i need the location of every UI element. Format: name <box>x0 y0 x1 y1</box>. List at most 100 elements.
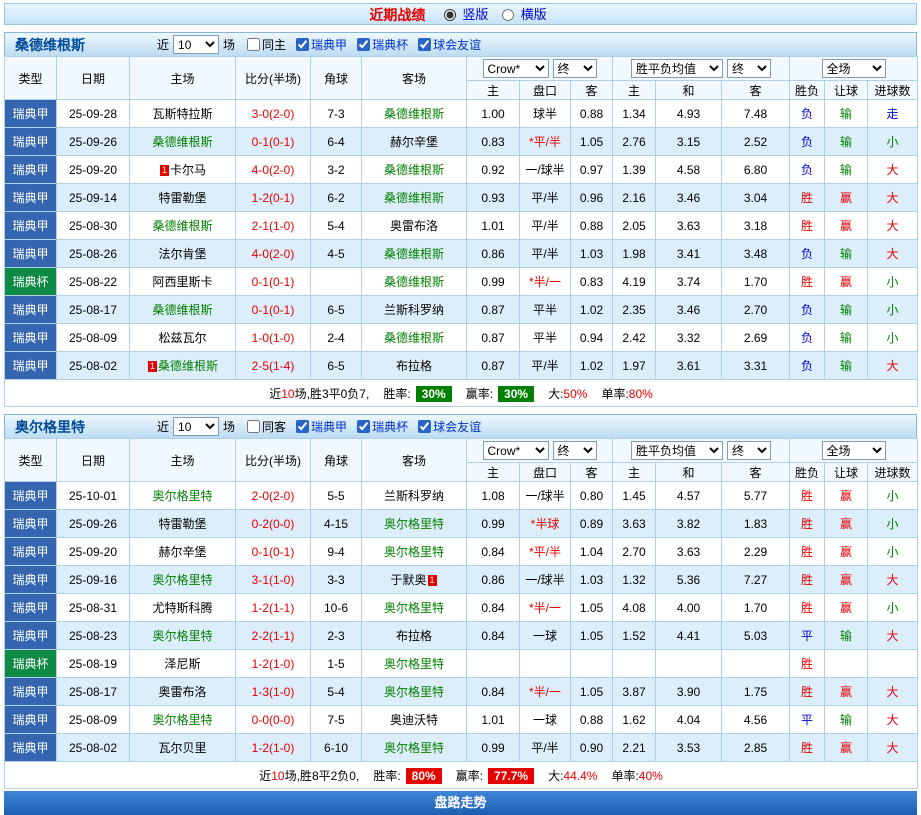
win-rate-label: 胜率: <box>383 387 410 401</box>
view-horizontal-radio-input[interactable] <box>502 9 514 21</box>
home-team-cell: 瓦尔贝里 <box>130 734 236 762</box>
filter-checkbox-2[interactable]: 瑞典杯 <box>357 36 408 53</box>
avg-away-cell: 4.56 <box>722 706 790 734</box>
summary-record: 场,胜3平0负7, <box>295 387 370 401</box>
away-team-cell: 桑德维根斯 <box>362 100 467 128</box>
view-horizontal-label: 横版 <box>521 7 547 22</box>
goals-cell: 大 <box>868 212 918 240</box>
avg-time-select[interactable]: 终 <box>727 441 771 460</box>
handicap-cell: *半/一 <box>520 594 571 622</box>
handicap-cell: 一/球半 <box>520 156 571 184</box>
result-cell: 胜 <box>790 212 825 240</box>
avg-draw-cell <box>656 650 722 678</box>
date-cell: 25-09-20 <box>57 538 130 566</box>
home-team-name: 特雷勒堡 <box>158 191 206 205</box>
goals-cell <box>868 650 918 678</box>
goals-cell: 小 <box>868 482 918 510</box>
away-team-name: 奥尔格里特 <box>384 517 444 531</box>
col-home: 主场 <box>130 57 236 100</box>
match-row: 瑞典甲25-08-02瓦尔贝里1-2(1-0)6-10奥尔格里特0.99平/半0… <box>5 734 918 762</box>
avg-time-select[interactable]: 终 <box>727 59 771 78</box>
avg-draw-cell: 4.04 <box>656 706 722 734</box>
odds-time-select[interactable]: 终 <box>553 441 597 460</box>
bookmaker-select[interactable]: Crow* <box>483 59 549 78</box>
scope-select[interactable]: 全场 <box>822 441 886 460</box>
filter-checkbox-1[interactable]: 瑞典甲 <box>296 36 347 53</box>
filter-checkbox-input-3[interactable] <box>418 420 431 433</box>
view-vertical-radio[interactable]: 竖版 <box>444 7 492 22</box>
away-team-cell: 奥尔格里特 <box>362 538 467 566</box>
away-team-name: 桑德维根斯 <box>384 275 444 289</box>
home-team-name: 瓦斯特拉斯 <box>152 107 212 121</box>
away-team-cell: 布拉格 <box>362 622 467 650</box>
league-cell: 瑞典甲 <box>5 352 57 380</box>
goals-cell: 走 <box>868 100 918 128</box>
big-rate-label: 大: <box>548 769 563 783</box>
col-handicap-result: 让球 <box>825 463 868 482</box>
score-cell: 0-2(0-0) <box>236 510 311 538</box>
filter-checkbox-input-0[interactable] <box>247 420 260 433</box>
handicap-cell: *半/一 <box>520 678 571 706</box>
handicap-result-cell: 赢 <box>825 212 868 240</box>
avg-home-cell: 2.42 <box>613 324 656 352</box>
score-cell: 1-2(1-0) <box>236 734 311 762</box>
filter-checkbox-0[interactable]: 同主 <box>247 36 286 53</box>
filter-checkbox-1[interactable]: 瑞典甲 <box>296 418 347 435</box>
avg-type-select[interactable]: 胜平负均值 <box>631 441 723 460</box>
filter-checkbox-input-2[interactable] <box>357 420 370 433</box>
corner-cell: 6-4 <box>311 128 362 156</box>
goals-cell: 大 <box>868 156 918 184</box>
away-team-cell: 奥雷布洛 <box>362 212 467 240</box>
avg-type-select[interactable]: 胜平负均值 <box>631 59 723 78</box>
col-corner: 角球 <box>311 439 362 482</box>
away-team-cell: 桑德维根斯 <box>362 156 467 184</box>
avg-away-cell: 3.31 <box>722 352 790 380</box>
odds-away-cell: 0.96 <box>571 184 613 212</box>
red-card-badge: 1 <box>428 575 437 586</box>
col-score: 比分(半场) <box>236 439 311 482</box>
filter-checkbox-3[interactable]: 球会友谊 <box>418 36 481 53</box>
result-cell: 负 <box>790 100 825 128</box>
scope-select[interactable]: 全场 <box>822 59 886 78</box>
date-cell: 25-08-09 <box>57 706 130 734</box>
avg-home-cell: 3.63 <box>613 510 656 538</box>
results-table: 类型日期主场比分(半场)角球客场Crow*终胜平负均值终全场主盘口客主和客胜负让… <box>4 56 918 407</box>
view-horizontal-radio[interactable]: 横版 <box>502 7 547 22</box>
avg-home-cell: 2.16 <box>613 184 656 212</box>
handicap-cell: 平/半 <box>520 212 571 240</box>
handicap-result-cell: 赢 <box>825 184 868 212</box>
filter-checkbox-input-1[interactable] <box>296 420 309 433</box>
filter-checkbox-0[interactable]: 同客 <box>247 418 286 435</box>
single-rate-value: 80% <box>629 387 653 401</box>
corner-cell: 5-5 <box>311 482 362 510</box>
filter-checkbox-3[interactable]: 球会友谊 <box>418 418 481 435</box>
match-row: 瑞典甲25-08-31尤特斯科腾1-2(1-1)10-6奥尔格里特0.84*半/… <box>5 594 918 622</box>
away-team-cell: 奥迪沃特 <box>362 706 467 734</box>
bookmaker-select[interactable]: Crow* <box>483 441 549 460</box>
odds-time-select[interactable]: 终 <box>553 59 597 78</box>
handicap-cell: 平/半 <box>520 240 571 268</box>
near-label: 近 <box>157 418 169 435</box>
view-vertical-radio-input[interactable] <box>444 9 456 21</box>
full-group-header: 全场 <box>790 439 918 463</box>
date-cell: 25-08-17 <box>57 678 130 706</box>
filter-checkbox-2[interactable]: 瑞典杯 <box>357 418 408 435</box>
date-cell: 25-08-23 <box>57 622 130 650</box>
filter-checkbox-input-1[interactable] <box>296 38 309 51</box>
handicap-result-cell: 输 <box>825 240 868 268</box>
filter-checkbox-input-2[interactable] <box>357 38 370 51</box>
filter-checkbox-input-3[interactable] <box>418 38 431 51</box>
avg-home-cell: 2.35 <box>613 296 656 324</box>
home-team-cell: 奥尔格里特 <box>130 566 236 594</box>
match-count-select[interactable]: 10 <box>173 35 219 54</box>
odds-away-cell: 0.89 <box>571 510 613 538</box>
col-avg-home: 主 <box>613 81 656 100</box>
match-row: 瑞典甲25-09-14特雷勒堡1-2(0-1)6-2桑德维根斯0.93平/半0.… <box>5 184 918 212</box>
match-row: 瑞典甲25-09-26特雷勒堡0-2(0-0)4-15奥尔格里特0.99*半球0… <box>5 510 918 538</box>
match-count-select[interactable]: 10 <box>173 417 219 436</box>
score-cell: 2-5(1-4) <box>236 352 311 380</box>
score-cell: 1-2(1-1) <box>236 594 311 622</box>
away-team-cell: 赫尔辛堡 <box>362 128 467 156</box>
avg-home-cell: 1.32 <box>613 566 656 594</box>
filter-checkbox-input-0[interactable] <box>247 38 260 51</box>
